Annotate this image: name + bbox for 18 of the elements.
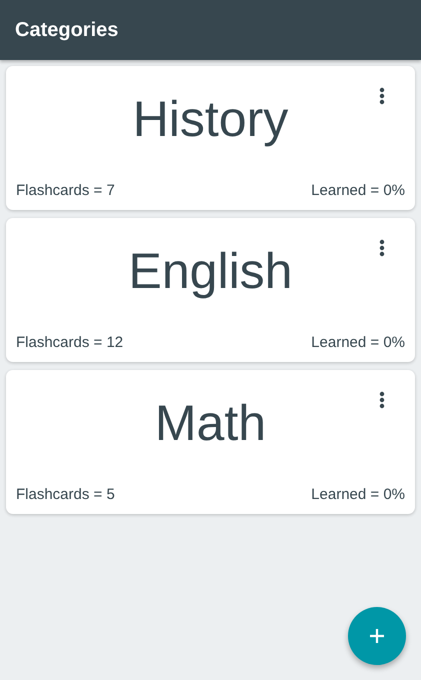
- category-name: Math: [154, 394, 266, 453]
- flashcard-count: Flashcards = 12: [16, 334, 124, 351]
- category-name: English: [128, 242, 292, 301]
- category-card[interactable]: English Flashcards = 12 Learned = 0%: [6, 218, 415, 362]
- flashcard-count: Flashcards = 7: [16, 182, 115, 199]
- more-options-icon[interactable]: [379, 87, 385, 105]
- learned-percent: Learned = 0%: [311, 334, 405, 351]
- app-bar-title: Categories: [15, 18, 118, 42]
- learned-percent: Learned = 0%: [311, 486, 405, 503]
- category-card[interactable]: Math Flashcards = 5 Learned = 0%: [6, 370, 415, 514]
- flashcard-count: Flashcards = 5: [16, 486, 115, 503]
- category-card[interactable]: History Flashcards = 7 Learned = 0%: [6, 66, 415, 210]
- learned-percent: Learned = 0%: [311, 182, 405, 199]
- add-button[interactable]: [348, 607, 406, 665]
- plus-icon: [369, 628, 385, 644]
- more-options-icon[interactable]: [379, 391, 385, 409]
- category-name: History: [132, 90, 288, 149]
- more-options-icon[interactable]: [379, 239, 385, 257]
